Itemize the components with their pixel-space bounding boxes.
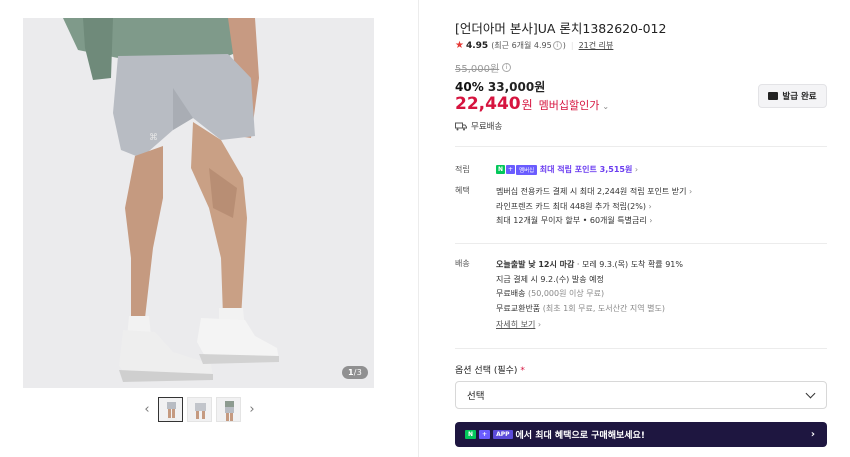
option-label: 옵션 선택 (필수) bbox=[455, 366, 518, 376]
free-shipping-label: 무료배송 bbox=[471, 122, 503, 132]
delivery-today: 오늘출발 낮 12시 마감 bbox=[496, 260, 575, 269]
rating-row: ★ 4.95 (최근 6개월 4.95 i ) | 21건 리뷰 bbox=[455, 40, 613, 51]
plus-badge: + bbox=[506, 165, 516, 174]
app-badge: APP bbox=[493, 430, 513, 439]
option-select-value: 선택 bbox=[467, 391, 485, 402]
product-main-image[interactable]: ⌘ 1/3 bbox=[23, 18, 374, 388]
free-return: 무료교환반품 bbox=[496, 303, 541, 313]
chevron-right-icon: › bbox=[810, 429, 815, 440]
points-row: 적립 N + 멤버십 최대 적립 포인트 3,515원 › bbox=[455, 164, 827, 176]
points-value[interactable]: N + 멤버십 최대 적립 포인트 3,515원 › bbox=[496, 164, 638, 175]
option-select[interactable]: 선택 bbox=[455, 381, 827, 409]
price-info-icon[interactable]: i bbox=[502, 63, 512, 72]
member-price-label: 멤버십할인가 bbox=[538, 99, 600, 112]
benefit-line-2-text: 라인프렌즈 카드 최대 448원 추가 적립(2%) bbox=[496, 201, 646, 211]
chevron-right-icon: › bbox=[649, 216, 653, 225]
chevron-down-icon bbox=[805, 388, 816, 399]
required-mark: * bbox=[520, 366, 525, 376]
coupon-button[interactable]: 발급 완료 bbox=[758, 84, 827, 108]
chevron-down-icon: ⌄ bbox=[602, 102, 610, 111]
thumbnail-2[interactable] bbox=[187, 397, 212, 422]
thumbnail-1[interactable] bbox=[158, 397, 183, 422]
delivery-row: 배송 오늘출발 낮 12시 마감 · 모레 9.3.(목) 도착 확률 91% … bbox=[455, 258, 827, 334]
discount-price: 33,000원 bbox=[487, 80, 546, 94]
thumbnail-3-image bbox=[225, 401, 234, 421]
delivery-today-line: 오늘출발 낮 12시 마감 · 모레 9.3.(목) 도착 확률 91% bbox=[496, 260, 683, 269]
naver-plus-membership-badge: N + 멤버십 bbox=[496, 164, 538, 175]
rating-recent: (최근 6개월 4.95 bbox=[491, 41, 552, 50]
app-promo-banner[interactable]: N + APP 에서 최대 혜택으로 구매해보세요! › bbox=[455, 422, 827, 447]
benefits-label: 혜택 bbox=[455, 186, 470, 195]
free-ship-note: (50,000원 이상 무료) bbox=[528, 289, 605, 298]
divider bbox=[455, 243, 827, 244]
option-label-row: 옵션 선택 (필수) * bbox=[455, 363, 525, 376]
discount-percent: 40% bbox=[455, 80, 484, 94]
chevron-right-icon: › bbox=[537, 320, 542, 329]
points-label: 적립 bbox=[455, 165, 470, 174]
more-link[interactable]: 자세히 보기 › bbox=[496, 318, 683, 333]
plus-badge: + bbox=[479, 430, 491, 439]
coupon-icon bbox=[768, 92, 779, 100]
thumbnail-1-image bbox=[167, 402, 177, 421]
thumbnail-2-image bbox=[195, 403, 206, 419]
benefit-line-1-text: 멤버십 전용카드 결제 시 최대 2,244원 적립 포인트 받기 bbox=[496, 187, 687, 196]
chevron-right-icon: › bbox=[634, 165, 639, 174]
discount-row: 40% 33,000원 bbox=[455, 78, 545, 95]
coupon-button-label: 발급 완료 bbox=[782, 92, 817, 102]
naver-n-badge: N bbox=[465, 430, 477, 439]
product-title: [언더아머 본사]UA 론치1382620-012 bbox=[455, 21, 667, 36]
image-counter: 1/3 bbox=[342, 366, 368, 379]
benefits-list: 멤버십 전용카드 결제 시 최대 2,244원 적립 포인트 받기 › 라인프렌… bbox=[496, 185, 692, 229]
points-text: 최대 적립 포인트 3,515원 bbox=[539, 165, 633, 174]
image-counter-total: 3 bbox=[356, 368, 362, 377]
delivery-dispatch: 지금 결제 시 9.2.(수) 발송 예정 bbox=[496, 274, 604, 284]
review-link[interactable]: 21건 리뷰 bbox=[579, 40, 614, 51]
divider-vertical bbox=[418, 0, 419, 457]
divider bbox=[455, 348, 827, 349]
original-price-row: 55,000원 i bbox=[455, 60, 512, 75]
promo-text: 에서 최대 혜택으로 구매해보세요! bbox=[515, 431, 645, 441]
rating-score: 4.95 bbox=[465, 40, 489, 51]
chevron-right-icon: › bbox=[689, 187, 693, 196]
free-return-note: (최초 1회 무료, 도서산간 지역 별도) bbox=[542, 303, 665, 313]
original-price: 55,000원 bbox=[455, 64, 500, 75]
delivery-label: 배송 bbox=[455, 259, 470, 268]
chevron-right-icon[interactable]: › bbox=[245, 397, 259, 422]
product-photo-illustration: ⌘ bbox=[63, 18, 279, 382]
divider bbox=[455, 146, 827, 147]
chevron-left-icon[interactable]: ‹ bbox=[140, 397, 154, 422]
delivery-details: 오늘출발 낮 12시 마감 · 모레 9.3.(목) 도착 확률 91% 지금 … bbox=[496, 258, 683, 333]
info-icon[interactable]: i bbox=[552, 41, 562, 50]
image-counter-current: 1 bbox=[348, 368, 354, 377]
free-shipping-row: 무료배송 bbox=[455, 120, 502, 132]
free-ship: 무료배송 bbox=[496, 289, 526, 298]
membership-badge: 멤버십 bbox=[516, 164, 538, 175]
benefit-line-3[interactable]: 최대 12개월 무이자 할부 • 60개월 특별금리 › bbox=[496, 214, 692, 229]
benefit-line-3-text: 최대 12개월 무이자 할부 • 60개월 특별금리 bbox=[496, 216, 647, 225]
star-icon: ★ bbox=[455, 40, 464, 51]
free-return-line: 무료교환반품 (최초 1회 무료, 도서산간 지역 별도) bbox=[496, 302, 683, 317]
free-ship-line: 무료배송 (50,000원 이상 무료) bbox=[496, 287, 683, 302]
thumbnail-strip: ‹ › bbox=[140, 397, 259, 422]
chevron-right-icon: › bbox=[648, 201, 652, 211]
thumbnail-3[interactable] bbox=[216, 397, 241, 422]
separator: | bbox=[570, 41, 574, 50]
member-price-unit: 원 bbox=[521, 98, 533, 112]
benefit-line-2[interactable]: 라인프렌즈 카드 최대 448원 추가 적립(2%) › bbox=[496, 200, 692, 215]
naver-n-badge: N bbox=[496, 165, 506, 174]
delivery-arrival: 모레 9.3.(목) 도착 확률 91% bbox=[582, 260, 683, 269]
member-price: 22,440 bbox=[455, 94, 521, 114]
member-price-row[interactable]: 22,440 원 멤버십할인가 ⌄ bbox=[455, 94, 609, 114]
truck-icon bbox=[455, 122, 467, 130]
rating-recent-close: ) bbox=[562, 41, 566, 50]
benefit-line-1[interactable]: 멤버십 전용카드 결제 시 최대 2,244원 적립 포인트 받기 › bbox=[496, 185, 692, 200]
svg-text:⌘: ⌘ bbox=[149, 133, 158, 143]
benefits-row: 혜택 멤버십 전용카드 결제 시 최대 2,244원 적립 포인트 받기 › 라… bbox=[455, 185, 827, 229]
more-link-text: 자세히 보기 bbox=[496, 320, 536, 329]
